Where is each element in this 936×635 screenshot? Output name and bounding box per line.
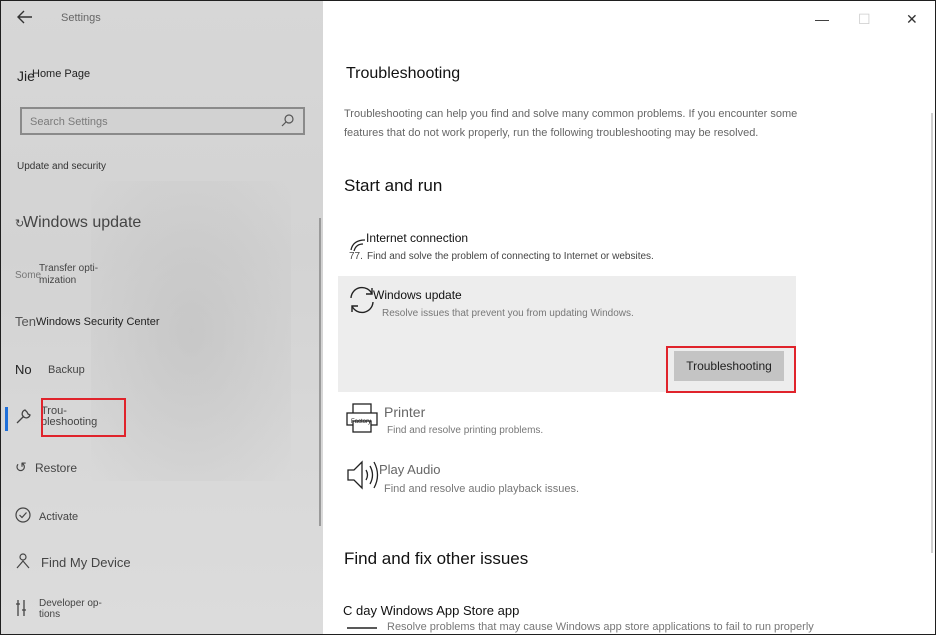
section-start-and-run: Start and run	[344, 176, 443, 195]
restore-icon: ↺	[15, 459, 27, 475]
item-title: Windows update	[373, 288, 462, 302]
active-indicator	[5, 407, 8, 431]
item-title: Internet connection	[366, 231, 469, 245]
item-desc: Find and solve the problem of connecting…	[367, 251, 654, 262]
search-box[interactable]	[20, 107, 305, 135]
sidebar-item-prefix: Some	[15, 269, 42, 281]
maximize-button[interactable]: ☐	[858, 11, 871, 28]
highlight-box	[41, 398, 126, 437]
section-label: Update and security	[17, 161, 106, 172]
section-other-issues: Find and fix other issues	[344, 549, 529, 568]
search-input[interactable]	[28, 113, 282, 131]
sidebar-item-label: Find My Device	[41, 555, 131, 570]
item-desc: Resolve problems that may cause Windows …	[387, 621, 814, 633]
sidebar-item-label: Developer op- tions	[39, 598, 102, 620]
item-title: Play Audio	[379, 462, 441, 477]
item-title: Printer	[384, 404, 426, 420]
sidebar-item-activate[interactable]: Activate	[15, 507, 78, 526]
item-desc: Resolve issues that prevent you from upd…	[382, 308, 634, 319]
tools-icon	[15, 599, 39, 620]
sidebar-item-label: Activate	[39, 510, 79, 523]
sidebar-scrollbar[interactable]	[319, 218, 321, 526]
main-content: — ☐ ✕ Troubleshooting Troubleshooting ca…	[323, 1, 935, 634]
highlight-box	[666, 346, 796, 393]
sidebar-item-backup[interactable]: No Backup	[15, 362, 85, 377]
check-circle-icon	[15, 507, 39, 526]
sidebar-item-label: Windows Security Center	[36, 315, 160, 328]
settings-window: Settings Jie Home Page Update and securi…	[0, 0, 936, 635]
sidebar-item-prefix: No	[15, 362, 32, 377]
app-title: Settings	[61, 12, 101, 24]
search-icon[interactable]	[281, 113, 297, 129]
item-prefix: 77.	[349, 251, 363, 262]
back-icon[interactable]	[17, 9, 39, 29]
sidebar-item-prefix: Ten	[15, 314, 36, 329]
minimize-button[interactable]: —	[815, 11, 829, 27]
sidebar-item-developer-options[interactable]: Developer op- tions	[15, 598, 102, 620]
sidebar-item-label: Windows update	[23, 214, 142, 231]
sidebar: Settings Jie Home Page Update and securi…	[1, 1, 323, 634]
close-button[interactable]: ✕	[906, 11, 918, 28]
home-link[interactable]: Home Page	[32, 68, 90, 80]
item-title: C day Windows App Store app	[343, 603, 520, 618]
sidebar-item-find-my-device[interactable]: Find My Device	[15, 553, 131, 572]
speaker-icon	[346, 459, 380, 496]
sidebar-item-security-center[interactable]: Ten Windows Security Center	[15, 314, 160, 329]
store-icon	[346, 621, 378, 634]
sync-icon: ↻	[15, 217, 25, 230]
sidebar-item-windows-update[interactable]: ↻ Windows update	[15, 214, 141, 232]
item-desc: Find and resolve audio playback issues.	[384, 483, 580, 495]
person-icon	[15, 553, 41, 572]
sidebar-item-label: Restore	[35, 460, 78, 475]
sidebar-item-transfer-optimization[interactable]: Some Transfer opti- mization	[15, 263, 98, 287]
wrench-icon	[15, 407, 41, 428]
main-scrollbar[interactable]	[931, 113, 933, 553]
page-description: Troubleshooting can help you find and so…	[344, 108, 798, 139]
sidebar-item-label: Backup	[48, 363, 85, 376]
printer-icon-label: Factory	[351, 419, 372, 425]
page-title: Troubleshooting	[346, 65, 461, 82]
item-desc: Find and resolve printing problems.	[387, 425, 544, 436]
sidebar-item-label: Transfer opti- mization	[39, 263, 99, 286]
sidebar-item-restore[interactable]: ↺ Restore	[15, 459, 77, 476]
